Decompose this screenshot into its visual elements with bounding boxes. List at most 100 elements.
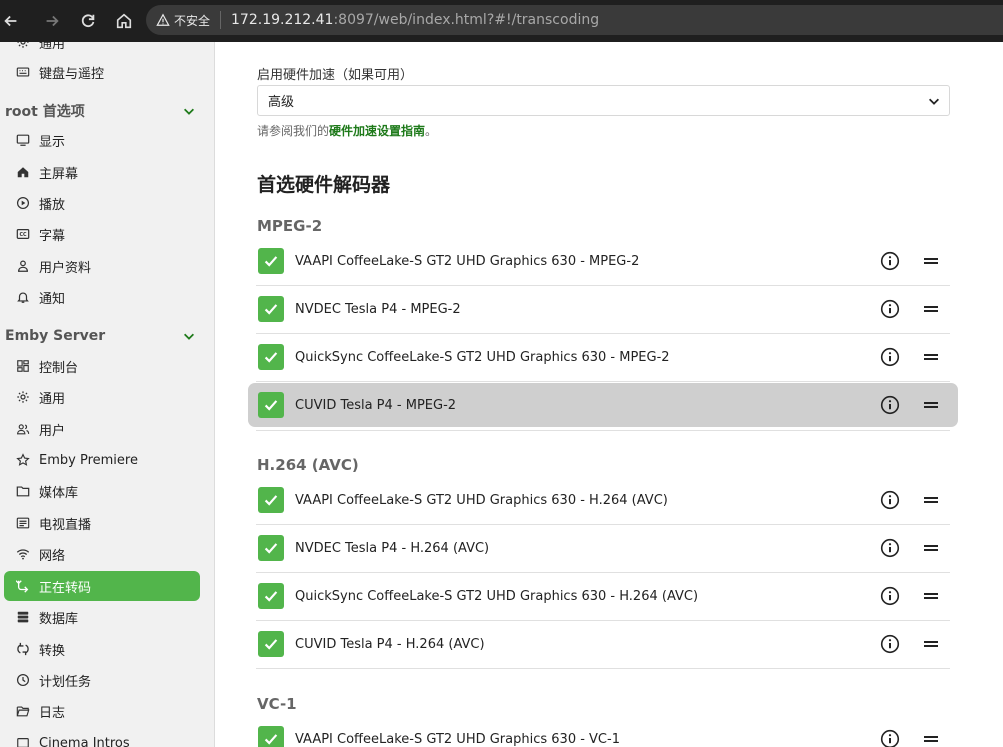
decoder-checkbox[interactable]: [258, 583, 284, 609]
sidebar-item-logs[interactable]: 日志: [4, 696, 200, 726]
info-button[interactable]: [878, 727, 902, 747]
section-header-user-prefs[interactable]: root 首选项: [5, 99, 200, 123]
row-divider: [256, 524, 950, 525]
info-button[interactable]: [878, 393, 902, 417]
reload-icon: [81, 14, 95, 28]
info-button[interactable]: [878, 488, 902, 512]
sidebar-item-conversions[interactable]: 转换: [4, 634, 200, 664]
sidebar-item-emby-premiere[interactable]: Emby Premiere: [4, 445, 200, 475]
decoder-label: VAAPI CoffeeLake-S GT2 UHD Graphics 630 …: [295, 253, 640, 269]
folder-open-icon: [16, 704, 30, 718]
decoder-row[interactable]: NVDEC Tesla P4 - MPEG-2: [248, 287, 958, 334]
hw-accel-hint: 请参阅我们的硬件加速设置指南。: [257, 122, 437, 139]
info-icon: [880, 251, 900, 271]
sidebar-item-keyboard[interactable]: 键盘与遥控: [4, 57, 200, 87]
info-icon: [880, 586, 900, 606]
row-divider: [256, 620, 950, 621]
decoder-checkbox[interactable]: [258, 726, 284, 747]
decoder-checkbox[interactable]: [258, 248, 284, 274]
sidebar-item-library[interactable]: 媒体库: [4, 476, 200, 506]
drag-handle[interactable]: [920, 346, 942, 368]
sidebar-item-transcoding[interactable]: 正在转码: [4, 571, 200, 601]
hint-prefix: 请参阅我们的: [257, 124, 330, 138]
drag-handle[interactable]: [920, 298, 942, 320]
back-button[interactable]: [0, 3, 22, 39]
checkmark-icon: [264, 639, 278, 650]
info-button[interactable]: [878, 536, 902, 560]
clock-icon: [16, 673, 30, 687]
monitor-icon: [16, 133, 30, 147]
sidebar-item-general-top[interactable]: 通用: [4, 42, 200, 57]
hw-accel-value: 高级: [268, 95, 295, 110]
decoder-checkbox[interactable]: [258, 487, 284, 513]
tv-guide-icon: [16, 516, 30, 530]
info-button[interactable]: [878, 297, 902, 321]
sidebar-item-dashboard[interactable]: 控制台: [4, 351, 200, 381]
drag-handle[interactable]: [920, 394, 942, 416]
info-button[interactable]: [878, 345, 902, 369]
decoder-checkbox[interactable]: [258, 392, 284, 418]
sidebar-item-notifications[interactable]: 通知: [4, 282, 200, 312]
drag-handle-icon: [924, 593, 938, 599]
decoder-row[interactable]: VAAPI CoffeeLake-S GT2 UHD Graphics 630 …: [248, 478, 958, 525]
gear-icon: [16, 42, 30, 49]
sidebar-item-scheduled-tasks[interactable]: 计划任务: [4, 665, 200, 695]
home-outline-icon: [116, 13, 132, 29]
drag-handle[interactable]: [920, 633, 942, 655]
checkmark-icon: [264, 591, 278, 602]
sidebar-item-users[interactable]: 用户: [4, 414, 200, 444]
security-indicator[interactable]: 不安全: [156, 11, 222, 29]
info-icon: [880, 729, 900, 747]
sidebar-item-cinema-intros[interactable]: Cinema Intros: [4, 728, 200, 747]
drag-handle[interactable]: [920, 250, 942, 272]
decoder-label: CUVID Tesla P4 - H.264 (AVC): [295, 636, 485, 652]
decoder-checkbox[interactable]: [258, 296, 284, 322]
info-button[interactable]: [878, 249, 902, 273]
decoder-row[interactable]: CUVID Tesla P4 - H.264 (AVC): [248, 622, 958, 669]
drag-handle[interactable]: [920, 537, 942, 559]
drag-handle[interactable]: [920, 728, 942, 747]
decoder-row[interactable]: NVDEC Tesla P4 - H.264 (AVC): [248, 526, 958, 573]
group-title-h264: H.264 (AVC): [257, 456, 359, 474]
reload-button[interactable]: [70, 3, 106, 39]
keyboard-icon: [16, 65, 30, 79]
sidebar-item-display[interactable]: 显示: [4, 125, 200, 155]
url-host: 172.19.212.41: [231, 12, 334, 28]
sidebar-item-database[interactable]: 数据库: [4, 602, 200, 632]
decoder-row[interactable]: VAAPI CoffeeLake-S GT2 UHD Graphics 630 …: [248, 239, 958, 286]
decoder-row[interactable]: VAAPI CoffeeLake-S GT2 UHD Graphics 630 …: [248, 717, 958, 747]
section-header-emby-server[interactable]: Emby Server: [5, 324, 200, 348]
decoder-row-highlighted[interactable]: CUVID Tesla P4 - MPEG-2: [248, 383, 958, 427]
sidebar-item-live-tv[interactable]: 电视直播: [4, 508, 200, 538]
sidebar-item-home-screen[interactable]: 主屏幕: [4, 157, 200, 187]
sidebar-item-subtitles[interactable]: CC 字幕: [4, 219, 200, 249]
info-icon: [880, 299, 900, 319]
home-button[interactable]: [106, 3, 142, 39]
sidebar-item-playback[interactable]: 播放: [4, 188, 200, 218]
sidebar-item-network[interactable]: 网络: [4, 539, 200, 569]
drag-handle[interactable]: [920, 585, 942, 607]
drag-handle[interactable]: [920, 489, 942, 511]
info-button[interactable]: [878, 632, 902, 656]
decoder-checkbox[interactable]: [258, 535, 284, 561]
decoder-row[interactable]: QuickSync CoffeeLake-S GT2 UHD Graphics …: [248, 335, 958, 382]
sidebar-item-general[interactable]: 通用: [4, 382, 200, 412]
sidebar-item-profile[interactable]: 用户资料: [4, 251, 200, 281]
row-divider: [256, 381, 950, 382]
forward-button[interactable]: [34, 3, 70, 39]
decoder-checkbox[interactable]: [258, 631, 284, 657]
insecure-label: 不安全: [174, 13, 211, 28]
decoder-label: QuickSync CoffeeLake-S GT2 UHD Graphics …: [295, 349, 670, 365]
hw-accel-select[interactable]: 高级: [257, 85, 950, 116]
sidebar-item-label: 媒体库: [39, 485, 79, 501]
section-title: Emby Server: [5, 328, 106, 344]
sidebar-item-label: 用户资料: [39, 260, 92, 276]
play-circle-icon: [16, 196, 30, 210]
sidebar-item-label: 显示: [39, 134, 66, 150]
hw-accel-guide-link[interactable]: 硬件加速设置指南: [329, 124, 425, 138]
info-button[interactable]: [878, 584, 902, 608]
decoder-row[interactable]: QuickSync CoffeeLake-S GT2 UHD Graphics …: [248, 574, 958, 621]
sidebar-item-label: Emby Premiere: [39, 452, 138, 468]
decoder-checkbox[interactable]: [258, 344, 284, 370]
address-bar[interactable]: 不安全 172.19.212.41:8097/web/index.html?#!…: [146, 5, 1003, 35]
